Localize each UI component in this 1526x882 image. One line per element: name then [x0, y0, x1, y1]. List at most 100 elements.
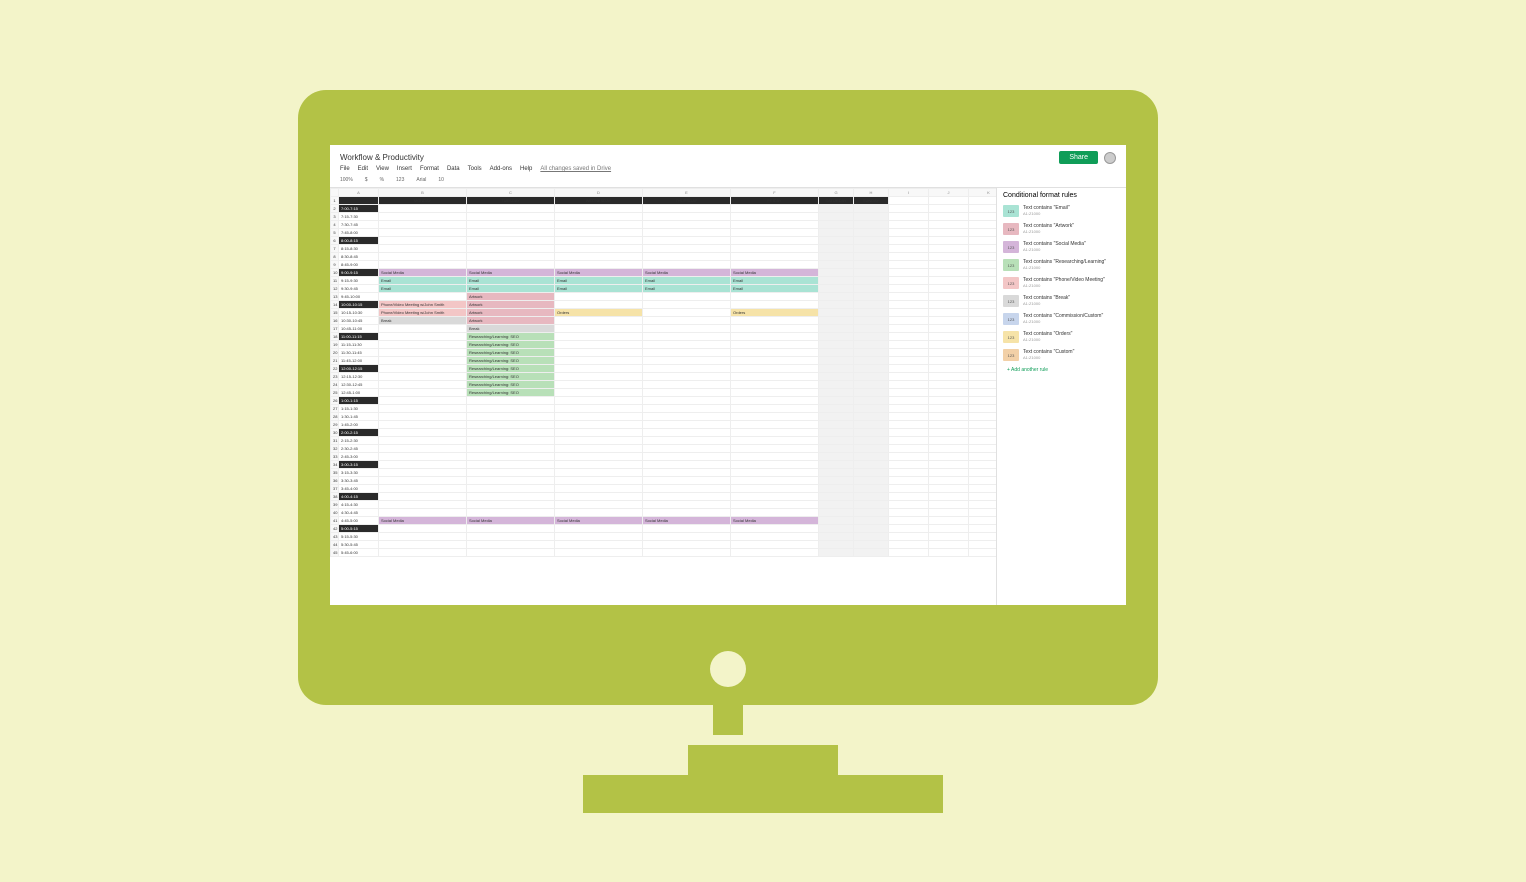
cell[interactable] [555, 301, 643, 309]
cell[interactable] [929, 253, 969, 261]
time-cell[interactable]: 1:45-2:00 [339, 421, 379, 429]
cell[interactable] [643, 349, 731, 357]
cell[interactable] [889, 381, 929, 389]
cell[interactable] [555, 477, 643, 485]
cell[interactable] [555, 525, 643, 533]
cell[interactable] [929, 429, 969, 437]
cell[interactable] [854, 549, 889, 557]
cell[interactable] [643, 413, 731, 421]
cell[interactable] [929, 485, 969, 493]
cell[interactable] [731, 373, 819, 381]
cell[interactable] [819, 333, 854, 341]
column-header[interactable]: B [379, 189, 467, 197]
cell[interactable] [969, 461, 997, 469]
cell[interactable] [555, 445, 643, 453]
cell[interactable] [555, 205, 643, 213]
cell[interactable] [379, 461, 467, 469]
cell[interactable] [889, 341, 929, 349]
time-cell[interactable]: 4:15-4:30 [339, 501, 379, 509]
cell[interactable] [731, 253, 819, 261]
cell[interactable] [731, 205, 819, 213]
cell[interactable] [555, 533, 643, 541]
cell[interactable] [929, 389, 969, 397]
cell[interactable] [854, 221, 889, 229]
cell[interactable] [929, 453, 969, 461]
cell[interactable] [854, 501, 889, 509]
cell[interactable] [731, 349, 819, 357]
cell[interactable] [929, 381, 969, 389]
cell[interactable] [854, 269, 889, 277]
cell[interactable] [929, 205, 969, 213]
cell[interactable] [969, 357, 997, 365]
cell[interactable] [731, 301, 819, 309]
time-cell[interactable]: 9:15-9:30 [339, 277, 379, 285]
cell[interactable]: Email [555, 285, 643, 293]
cell[interactable] [819, 421, 854, 429]
cell[interactable] [379, 389, 467, 397]
cell[interactable] [969, 253, 997, 261]
cell[interactable] [555, 461, 643, 469]
column-header[interactable]: E [643, 189, 731, 197]
cell[interactable] [731, 461, 819, 469]
format-rule[interactable]: 123Text contains "Break"A1:Z1000 [1003, 295, 1120, 307]
cell[interactable] [854, 429, 889, 437]
cell[interactable] [731, 261, 819, 269]
add-rule-button[interactable]: + Add another rule [1007, 367, 1120, 373]
cell[interactable] [819, 269, 854, 277]
menu-help[interactable]: Help [520, 166, 532, 172]
cell[interactable] [819, 477, 854, 485]
cell[interactable] [819, 365, 854, 373]
cell[interactable]: Researching/Learning: SEO [467, 381, 555, 389]
cell[interactable] [731, 381, 819, 389]
cell[interactable] [819, 373, 854, 381]
cell[interactable]: Artwork [467, 293, 555, 301]
cell[interactable] [555, 293, 643, 301]
cell[interactable] [379, 349, 467, 357]
cell[interactable] [731, 477, 819, 485]
cell[interactable] [643, 493, 731, 501]
cell[interactable] [467, 541, 555, 549]
cell[interactable] [379, 325, 467, 333]
cell[interactable] [929, 317, 969, 325]
cell[interactable] [819, 405, 854, 413]
column-header[interactable]: K [969, 189, 997, 197]
cell[interactable] [731, 333, 819, 341]
toolbar-font-size[interactable]: 10 [438, 177, 444, 183]
cell[interactable] [643, 429, 731, 437]
cell[interactable] [889, 317, 929, 325]
cell[interactable]: Social Media [379, 269, 467, 277]
cell[interactable] [969, 333, 997, 341]
cell[interactable] [555, 381, 643, 389]
column-header[interactable]: F [731, 189, 819, 197]
cell[interactable] [819, 445, 854, 453]
cell[interactable] [467, 405, 555, 413]
cell[interactable]: Email [643, 277, 731, 285]
cell[interactable] [969, 213, 997, 221]
cell[interactable]: Email [467, 285, 555, 293]
cell[interactable] [643, 325, 731, 333]
cell[interactable] [889, 285, 929, 293]
cell[interactable] [819, 485, 854, 493]
time-cell[interactable]: 1:00-1:15 [339, 397, 379, 405]
cell[interactable] [819, 509, 854, 517]
cell[interactable]: Phone/Video Meeting w/John Smith [379, 301, 467, 309]
menu-view[interactable]: View [376, 166, 389, 172]
account-avatar[interactable] [1104, 152, 1116, 164]
cell[interactable] [467, 509, 555, 517]
cell[interactable] [643, 485, 731, 493]
cell[interactable] [969, 493, 997, 501]
cell[interactable] [555, 221, 643, 229]
cell[interactable] [555, 261, 643, 269]
cell[interactable] [555, 317, 643, 325]
cell[interactable] [889, 549, 929, 557]
cell[interactable] [854, 293, 889, 301]
cell[interactable]: Researching/Learning: SEO [467, 357, 555, 365]
cell[interactable] [643, 509, 731, 517]
cell[interactable] [555, 397, 643, 405]
cell[interactable] [969, 453, 997, 461]
cell[interactable] [889, 373, 929, 381]
cell[interactable] [854, 541, 889, 549]
time-cell[interactable]: 8:45-9:00 [339, 261, 379, 269]
cell[interactable] [643, 533, 731, 541]
cell[interactable] [731, 293, 819, 301]
